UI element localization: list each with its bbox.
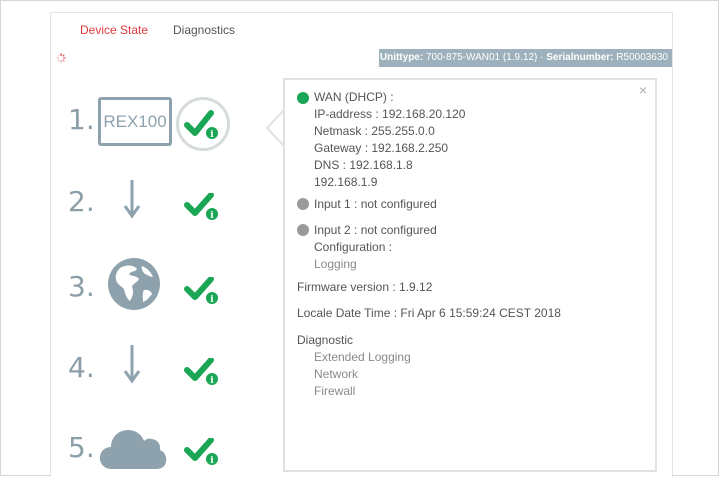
globe-icon <box>108 258 160 310</box>
check-info-icon[interactable]: i <box>184 358 226 394</box>
tab-bar: Device State Diagnostics <box>51 13 672 48</box>
input2-configuration: Configuration : <box>314 240 393 254</box>
svg-text:i: i <box>210 211 214 221</box>
loading-spinner-icon <box>56 53 66 63</box>
step-3-number: 3. <box>68 270 95 303</box>
input1-status-dot <box>297 198 309 210</box>
input2-logging: Logging <box>314 257 357 271</box>
svg-text:i: i <box>210 376 214 386</box>
cloud-icon <box>99 430 167 469</box>
step-4-number: 4. <box>68 351 95 384</box>
tab-device-state[interactable]: Device State <box>80 23 148 37</box>
unittype-value: 700-875-WAN01 (1.9.12) <box>425 52 538 63</box>
wan-netmask: Netmask : 255.255.0.0 <box>314 124 435 138</box>
serial-value: R50003630 <box>616 52 668 63</box>
wan-details-popover: × WAN (DHCP) : IP-address : 192.168.20.1… <box>283 78 657 472</box>
step-1-number: 1. <box>68 103 95 136</box>
wan-title: WAN (DHCP) : <box>314 90 394 104</box>
wan-ip: IP-address : 192.168.20.120 <box>314 107 466 121</box>
diagnostic-network[interactable]: Network <box>314 367 358 381</box>
check-info-icon[interactable]: i <box>184 107 226 143</box>
diagnostic-title: Diagnostic <box>297 333 354 347</box>
arrow-down-icon <box>123 180 141 219</box>
unit-info-bar: Unittype: 700-875-WAN01 (1.9.12) · Seria… <box>379 49 672 67</box>
device-panel: Device State Diagnostics Unittype: 700-8… <box>50 12 673 477</box>
input2-label: Input 2 : not configured <box>314 223 437 237</box>
wan-status-dot <box>297 92 309 104</box>
firmware-version: Firmware version : 1.9.12 <box>297 280 433 294</box>
input2-status-dot <box>297 224 309 236</box>
svg-text:i: i <box>210 456 214 466</box>
device-label: REX100 <box>103 112 167 131</box>
wan-dns: DNS : 192.168.1.8 <box>314 158 413 172</box>
arrow-down-icon <box>123 345 141 384</box>
locale-date-time: Locale Date Time : Fri Apr 6 15:59:24 CE… <box>297 306 561 320</box>
wan-dns-secondary: 192.168.1.9 <box>314 175 378 189</box>
infobar-separator: · <box>540 52 544 63</box>
step-5-number: 5. <box>68 431 95 464</box>
check-info-icon[interactable]: i <box>184 193 226 229</box>
svg-text:i: i <box>210 295 214 305</box>
wan-gateway: Gateway : 192.168.2.250 <box>314 141 449 155</box>
check-info-icon[interactable]: i <box>184 438 226 474</box>
input1-label: Input 1 : not configured <box>314 197 437 211</box>
step-2-number: 2. <box>68 185 95 218</box>
diagnostic-extended-logging[interactable]: Extended Logging <box>314 350 411 364</box>
close-icon[interactable]: × <box>639 82 647 98</box>
unittype-label: Unittype: <box>379 52 424 63</box>
tab-diagnostics[interactable]: Diagnostics <box>173 23 235 37</box>
check-info-icon[interactable]: i <box>184 277 226 313</box>
device-rex100-box[interactable]: REX100 <box>98 97 172 146</box>
diagnostic-firewall[interactable]: Firewall <box>314 384 355 398</box>
serial-label: Serialnumber: <box>546 52 614 63</box>
svg-text:i: i <box>210 130 214 140</box>
